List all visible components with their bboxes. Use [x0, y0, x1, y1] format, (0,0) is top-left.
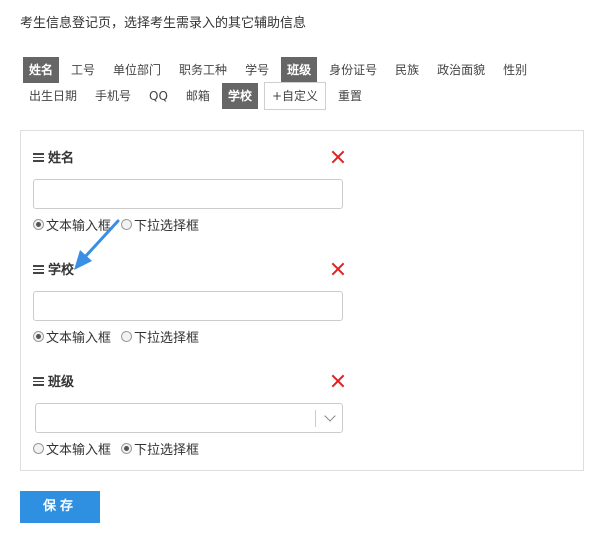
radio-label: 文本输入框 [46, 442, 112, 458]
chip-ethnicity[interactable]: 民族 [389, 57, 425, 83]
radio-label: 下拉选择框 [134, 442, 200, 458]
chip-school[interactable]: 学校 [221, 83, 258, 109]
school-text-input[interactable] [33, 291, 343, 321]
field-block-school: 学校 文本输入框 下拉选择框 [33, 261, 345, 346]
radio-text-input[interactable]: 文本输入框 [33, 327, 111, 346]
chip-job-title[interactable]: 职务工种 [173, 57, 233, 83]
add-custom-field-button[interactable]: +自定义 [263, 82, 327, 110]
chip-gender[interactable]: 性别 [497, 57, 533, 83]
radio-label: 下拉选择框 [134, 330, 200, 346]
chip-phone[interactable]: 手机号 [89, 83, 137, 109]
select-divider [315, 410, 316, 427]
chip-department[interactable]: 单位部门 [107, 57, 167, 83]
radio-label: 文本输入框 [46, 330, 112, 346]
radio-dropdown[interactable]: 下拉选择框 [121, 215, 199, 234]
field-block-class: 班级 文本输入框 下拉选择框 [33, 373, 345, 458]
page-intro-text: 考生信息登记页，选择考生需录入的其它辅助信息 [20, 16, 307, 31]
drag-handle-icon[interactable] [33, 263, 44, 276]
input-type-radio-group: 文本输入框 下拉选择框 [33, 439, 343, 458]
field-title-label: 姓名 [48, 151, 75, 166]
name-text-input[interactable] [33, 179, 343, 209]
input-type-radio-group: 文本输入框 下拉选择框 [33, 327, 343, 346]
radio-dropdown[interactable]: 下拉选择框 [121, 327, 199, 346]
selected-fields-panel: 姓名 文本输入框 下拉选择框 学校 文本输入框 下拉选择框 班级 文本输入框 下… [20, 130, 584, 471]
field-title[interactable]: 学校 [33, 263, 74, 278]
chevron-down-icon[interactable] [324, 410, 336, 422]
radio-dot[interactable] [121, 330, 133, 342]
chip-student-id[interactable]: 学号 [239, 57, 275, 83]
chip-employee-id[interactable]: 工号 [65, 57, 101, 83]
radio-dot-checked[interactable] [33, 218, 44, 230]
drag-handle-icon[interactable] [33, 375, 44, 388]
chip-email[interactable]: 邮箱 [180, 83, 216, 109]
chip-political-status[interactable]: 政治面貌 [431, 57, 491, 83]
radio-dot-checked[interactable] [121, 442, 133, 454]
delete-field-icon[interactable] [331, 262, 345, 276]
field-title[interactable]: 姓名 [33, 151, 74, 166]
chip-id-number[interactable]: 身份证号 [323, 57, 383, 83]
chip-qq[interactable]: QQ [143, 83, 174, 109]
field-title[interactable]: 班级 [33, 375, 74, 390]
delete-field-icon[interactable] [331, 150, 345, 164]
delete-field-icon[interactable] [331, 374, 345, 388]
save-button[interactable]: 保存 [20, 491, 100, 523]
drag-handle-icon[interactable] [33, 151, 44, 164]
radio-dot[interactable] [33, 442, 44, 454]
field-chip-row-1: 姓名 工号 单位部门 职务工种 学号 班级 身份证号 民族 政治面貌 性别 [23, 57, 583, 83]
chip-class[interactable]: 班级 [281, 57, 318, 83]
radio-dropdown[interactable]: 下拉选择框 [121, 439, 199, 458]
radio-dot-checked[interactable] [33, 330, 44, 342]
radio-dot[interactable] [121, 218, 133, 230]
class-dropdown-select[interactable] [35, 403, 343, 433]
annotation-arrow-icon [74, 219, 120, 270]
reset-button[interactable]: 重置 [332, 83, 368, 109]
field-title-label: 班级 [48, 375, 75, 390]
field-chip-row-2: 出生日期 手机号 QQ 邮箱 学校 +自定义 重置 [23, 82, 583, 110]
chip-birth-date[interactable]: 出生日期 [23, 83, 83, 109]
chip-name[interactable]: 姓名 [23, 57, 60, 83]
radio-label: 下拉选择框 [134, 218, 200, 234]
radio-text-input[interactable]: 文本输入框 [33, 439, 111, 458]
